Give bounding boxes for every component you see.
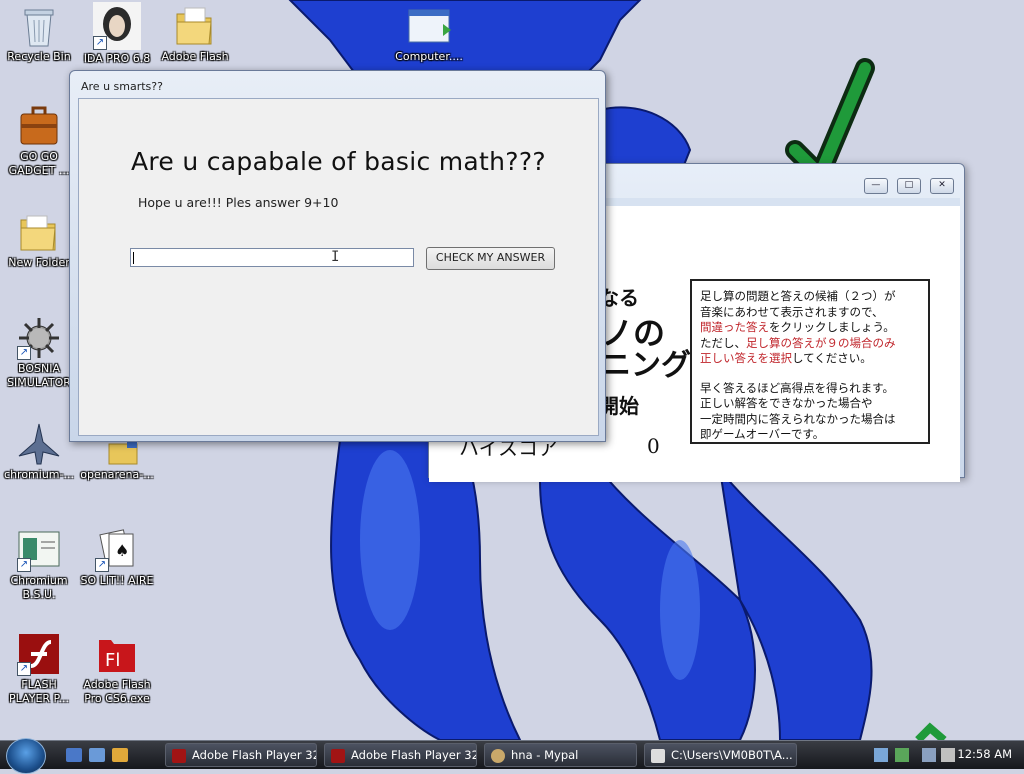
rules-emphasis: 間違った答え bbox=[700, 320, 769, 334]
taskbar-item-7zip[interactable]: C:\Users\VM0B0T\A... bbox=[644, 743, 797, 767]
desktop-icon-adobe-flash-folder[interactable]: Adobe Flash bbox=[157, 4, 233, 64]
desktop-icon-computer[interactable]: Computer.... bbox=[391, 4, 467, 64]
shortcut-arrow-icon: ↗ bbox=[17, 662, 31, 676]
flash-pro-icon: Fl bbox=[95, 632, 139, 676]
rules-line: 間違った答えをクリックしましょう。 bbox=[700, 320, 922, 336]
folder-icon bbox=[173, 4, 217, 48]
icon-label: Adobe Flash bbox=[161, 50, 229, 63]
folder-icon bbox=[17, 210, 61, 254]
rules-text: してください。 bbox=[792, 351, 872, 365]
spiked-ball-icon: ↗ bbox=[17, 316, 61, 360]
icon-label: GO GO GADGET ... bbox=[8, 150, 70, 177]
playing-cards-icon: ♠ ↗ bbox=[95, 528, 139, 572]
show-desktop-icon[interactable] bbox=[66, 748, 82, 762]
rules-line: 足し算の問題と答えの候補（２つ）が bbox=[700, 289, 896, 303]
desktop-icon-ida-pro[interactable]: ↗ IDA PRO 6.8 bbox=[79, 2, 155, 66]
icon-label: FLASH PLAYER P... bbox=[9, 678, 69, 705]
dialog-title: Are u smarts?? bbox=[81, 80, 163, 93]
ida-pro-icon: ↗ bbox=[93, 2, 141, 50]
taskbar-item-flash-player-1[interactable]: Adobe Flash Player 32 bbox=[165, 743, 317, 767]
browser-icon bbox=[491, 749, 505, 763]
rules-emphasis: 正しい答えを選択 bbox=[700, 351, 792, 365]
flash-player-icon bbox=[331, 749, 345, 763]
taskbar-clock[interactable]: 12:58 AM bbox=[957, 747, 1012, 761]
desktop-icon-chromium-bsu[interactable]: ↗ Chromium B.S.U. bbox=[1, 528, 77, 602]
math-quiz-dialog[interactable]: Are u smarts?? Are u capabale of basic m… bbox=[69, 70, 606, 442]
tray-volume-icon[interactable] bbox=[941, 748, 955, 762]
icon-label: chromium-... bbox=[4, 468, 74, 481]
rules-line: 一定時間内に答えられなかった場合は bbox=[700, 411, 896, 426]
shortcut-arrow-icon: ↗ bbox=[17, 558, 31, 572]
rules-text: をクリックしましょう。 bbox=[769, 320, 895, 334]
shortcut-arrow-icon: ↗ bbox=[17, 346, 31, 360]
icon-label: Recycle Bin bbox=[7, 50, 71, 63]
computer-window-icon bbox=[407, 4, 451, 48]
explorer-icon[interactable] bbox=[112, 748, 128, 762]
minimize-button[interactable]: — bbox=[863, 178, 888, 194]
desktop-icon-go-go-gadget[interactable]: GO GO GADGET ... bbox=[1, 104, 77, 178]
flash-player-icon bbox=[172, 749, 186, 763]
svg-text:♠: ♠ bbox=[115, 541, 129, 560]
start-button[interactable] bbox=[6, 738, 46, 774]
svg-text:Fl: Fl bbox=[105, 650, 120, 671]
maximize-button[interactable]: □ bbox=[896, 178, 921, 194]
recycle-bin-icon bbox=[17, 4, 61, 48]
switch-windows-icon[interactable] bbox=[89, 748, 105, 762]
rules-line: ただし、足し算の答えが９の場合のみ bbox=[700, 336, 922, 352]
chromium-bsu-icon: ↗ bbox=[17, 528, 61, 572]
desktop-icon-chromium[interactable]: chromium-... bbox=[1, 422, 77, 482]
dialog-content: Are u capabale of basic math??? Hope u a… bbox=[78, 98, 599, 436]
taskbar-item-label: Adobe Flash Player 32 bbox=[351, 748, 477, 762]
flash-player-icon: ↗ bbox=[17, 632, 61, 676]
icon-label: IDA PRO 6.8 bbox=[83, 52, 151, 65]
icon-label: BOSNIA SIMULATOR bbox=[7, 362, 71, 389]
desktop-icon-solitaire[interactable]: ♠ ↗ SO LIT!! AIRE bbox=[79, 528, 155, 588]
tray-display-icon[interactable] bbox=[922, 748, 936, 762]
desktop-icon-recycle-bin[interactable]: Recycle Bin bbox=[1, 4, 77, 64]
rules-line: 正しい解答をできなかった場合や bbox=[700, 396, 873, 410]
shortcut-arrow-icon: ↗ bbox=[93, 36, 107, 50]
icon-label: SO LIT!! AIRE bbox=[80, 574, 154, 587]
jet-fighter-icon bbox=[17, 422, 61, 466]
desktop-icon-new-folder[interactable]: New Folder bbox=[1, 210, 77, 270]
ibeam-cursor-icon: I bbox=[331, 249, 340, 265]
desktop-icon-bosnia-simulator[interactable]: ↗ BOSNIA SIMULATOR bbox=[1, 316, 77, 390]
tray-app-icon[interactable] bbox=[895, 748, 909, 762]
check-answer-button[interactable]: CHECK MY ANSWER bbox=[426, 247, 555, 270]
tray-network-icon[interactable] bbox=[874, 748, 888, 762]
window-controls: — □ ✕ bbox=[860, 172, 954, 194]
taskbar-item-label: hna - Mypal bbox=[511, 748, 579, 762]
rules-emphasis: 足し算の答えが９の場合のみ bbox=[746, 335, 896, 350]
icon-label: New Folder bbox=[8, 256, 70, 269]
rules-line: 即ゲームオーバーです。 bbox=[700, 427, 825, 441]
desktop-icon-adobe-flash-pro[interactable]: Fl Adobe Flash Pro CS6.exe bbox=[79, 632, 155, 706]
icon-label: Computer.... bbox=[395, 50, 463, 63]
7zip-icon bbox=[651, 749, 665, 763]
desktop-icon-flash-player[interactable]: ↗ FLASH PLAYER P... bbox=[1, 632, 77, 706]
question-heading: Are u capabale of basic math??? bbox=[131, 147, 546, 176]
rules-box: 足し算の問題と答えの候補（２つ）が 音楽にあわせて表示されますので、 間違った答… bbox=[690, 279, 930, 444]
question-subtext: Hope u are!!! Ples answer 9+10 bbox=[138, 195, 339, 210]
taskbar: Adobe Flash Player 32 Adobe Flash Player… bbox=[0, 738, 1024, 774]
shortcut-arrow-icon: ↗ bbox=[95, 558, 109, 572]
text-caret bbox=[133, 252, 134, 264]
taskbar-item-flash-player-2[interactable]: Adobe Flash Player 32 bbox=[324, 743, 477, 767]
answer-input[interactable]: I bbox=[130, 248, 414, 267]
rules-line: 正しい答えを選択してください。 bbox=[700, 351, 922, 367]
icon-label: Chromium B.S.U. bbox=[10, 574, 68, 601]
briefcase-icon bbox=[17, 104, 61, 148]
close-button[interactable]: ✕ bbox=[930, 178, 954, 194]
highscore-value: 0 bbox=[647, 434, 660, 458]
rules-text: ただし、 bbox=[700, 335, 746, 350]
game-title-part: ニング bbox=[601, 348, 691, 383]
taskbar-item-label: C:\Users\VM0B0T\A... bbox=[671, 748, 793, 762]
icon-label: openarena-... bbox=[80, 468, 154, 481]
rules-line: 早く答えるほど高得点を得られます。 bbox=[700, 380, 895, 395]
rules-line: 音楽にあわせて表示されますので、 bbox=[700, 304, 884, 319]
taskbar-item-mypal[interactable]: hna - Mypal bbox=[484, 743, 637, 767]
taskbar-item-label: Adobe Flash Player 32 bbox=[192, 748, 317, 762]
icon-label: Adobe Flash Pro CS6.exe bbox=[83, 678, 151, 705]
